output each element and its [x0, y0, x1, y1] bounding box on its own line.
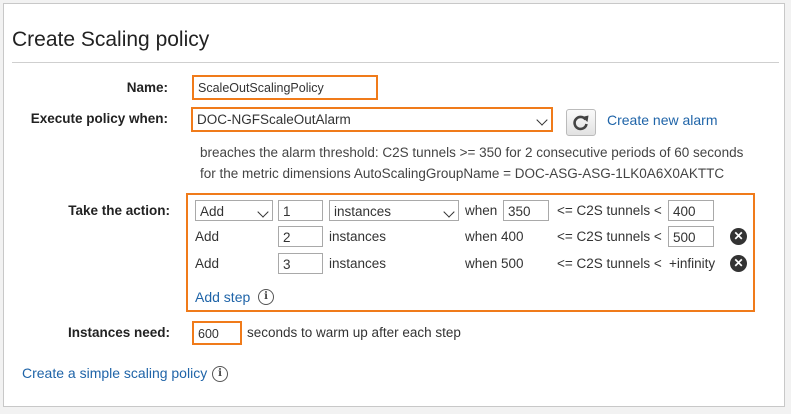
warmup-input[interactable]: 600: [194, 323, 240, 343]
warmup-suffix: seconds to warm up after each step: [247, 325, 461, 340]
remove-step-3-icon[interactable]: ✕: [730, 255, 747, 272]
chevron-down-icon: [443, 206, 455, 218]
step-2-action: Add: [195, 229, 220, 244]
step-1-action-value: Add: [200, 204, 225, 219]
step-2-count-input[interactable]: 2: [278, 226, 323, 247]
step-2-metric: <= C2S tunnels <: [557, 229, 662, 244]
info-icon[interactable]: i: [212, 366, 228, 382]
step-3-count-input[interactable]: 3: [278, 253, 323, 274]
step-2-upper-input[interactable]: 500: [668, 226, 714, 247]
step-2-unit: instances: [329, 229, 387, 244]
step-3-metric: <= C2S tunnels <: [557, 256, 662, 271]
take-action-label: Take the action:: [68, 203, 170, 218]
add-step-link[interactable]: Add step: [195, 289, 250, 305]
name-label: Name:: [126, 80, 168, 95]
remove-step-2-icon[interactable]: ✕: [730, 228, 747, 245]
step-1-unit-select[interactable]: instances: [329, 200, 459, 221]
alarm-description-line2: for the metric dimensions AutoScalingGro…: [200, 166, 725, 181]
step-1-upper-input[interactable]: 400: [668, 200, 714, 221]
step-1-lower-input[interactable]: 350: [503, 200, 549, 221]
step-1-unit-value: instances: [334, 204, 392, 219]
step-1-action-select[interactable]: Add: [195, 200, 273, 221]
create-new-alarm-link[interactable]: Create new alarm: [607, 112, 718, 128]
refresh-icon: [573, 115, 589, 131]
step-1-count-input[interactable]: 1: [278, 200, 323, 221]
step-3-action: Add: [195, 256, 220, 271]
step-2-when: when 400: [465, 229, 524, 244]
execute-policy-label: Execute policy when:: [30, 111, 168, 126]
step-3-upper: +infinity: [669, 256, 716, 271]
chevron-down-icon: [257, 206, 269, 218]
name-input[interactable]: ScaleOutScalingPolicy: [194, 77, 376, 98]
refresh-button[interactable]: [566, 109, 596, 136]
divider: [12, 62, 779, 63]
chevron-down-icon: [536, 114, 548, 126]
step-3-when: when 500: [465, 256, 524, 271]
page-title: Create Scaling policy: [12, 28, 210, 51]
step-1-metric: <= C2S tunnels <: [557, 203, 662, 218]
alarm-select[interactable]: DOC-NGFScaleOutAlarm: [193, 109, 551, 130]
step-3-unit: instances: [329, 256, 387, 271]
info-icon[interactable]: i: [258, 289, 274, 305]
alarm-select-value: DOC-NGFScaleOutAlarm: [197, 112, 351, 127]
create-simple-policy-link[interactable]: Create a simple scaling policy: [22, 365, 207, 381]
alarm-description-line1: breaches the alarm threshold: C2S tunnel…: [200, 145, 744, 160]
instances-need-label: Instances need:: [67, 325, 170, 340]
step-1-when: when: [465, 203, 498, 218]
